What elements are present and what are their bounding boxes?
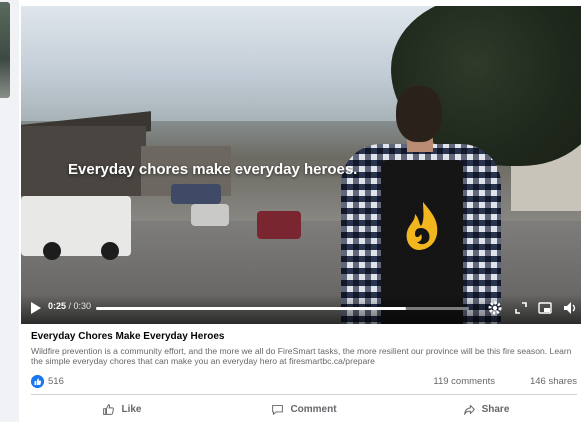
picture-in-picture-icon[interactable] bbox=[537, 300, 553, 316]
post-card: Everyday chores make everyday heroes. 0:… bbox=[19, 0, 581, 422]
time-separator: / bbox=[68, 301, 74, 311]
play-icon[interactable] bbox=[31, 302, 41, 314]
comments-count[interactable]: 119 comments bbox=[433, 376, 495, 387]
video-time: 0:25 / 0:30 bbox=[48, 301, 91, 311]
share-button[interactable]: Share bbox=[395, 399, 577, 419]
truck bbox=[21, 196, 131, 260]
thumbs-up-icon bbox=[103, 403, 115, 415]
left-column bbox=[0, 0, 14, 422]
gear-icon[interactable] bbox=[487, 300, 503, 316]
comment-icon bbox=[272, 404, 284, 415]
video-player[interactable]: Everyday chores make everyday heroes. 0:… bbox=[21, 6, 581, 324]
like-reaction-icon[interactable] bbox=[31, 375, 44, 388]
share-label: Share bbox=[481, 403, 510, 415]
reaction-stats: 516 119 comments 146 shares bbox=[31, 375, 577, 389]
left-thumbnail[interactable] bbox=[0, 2, 10, 98]
like-count[interactable]: 516 bbox=[48, 376, 64, 387]
post-title[interactable]: Everyday Chores Make Everyday Heroes bbox=[31, 331, 224, 342]
progress-bar[interactable] bbox=[96, 307, 469, 310]
post-actions: Like Comment Share bbox=[31, 399, 577, 419]
current-time: 0:25 bbox=[48, 301, 67, 311]
comment-label: Comment bbox=[290, 403, 337, 415]
person-head bbox=[396, 86, 442, 142]
car bbox=[191, 204, 229, 226]
duration: 0:30 bbox=[73, 301, 92, 311]
comment-button[interactable]: Comment bbox=[213, 399, 395, 419]
like-button[interactable]: Like bbox=[31, 399, 213, 419]
firesmart-logo-icon bbox=[406, 202, 438, 250]
video-controls: 0:25 / 0:30 bbox=[21, 294, 581, 324]
wheel bbox=[43, 242, 61, 260]
volume-icon[interactable] bbox=[562, 300, 578, 316]
divider bbox=[31, 394, 577, 395]
wheel bbox=[101, 242, 119, 260]
person-with-apron bbox=[341, 86, 501, 324]
post-description: Wildfire prevention is a community effor… bbox=[31, 346, 572, 366]
fullscreen-icon[interactable] bbox=[513, 300, 529, 316]
like-label: Like bbox=[121, 403, 142, 415]
progress-fill bbox=[96, 307, 406, 310]
shares-count[interactable]: 146 shares bbox=[530, 376, 577, 387]
car bbox=[171, 184, 221, 204]
share-icon bbox=[463, 404, 475, 415]
car bbox=[257, 211, 301, 239]
video-caption: Everyday chores make everyday heroes. bbox=[68, 161, 358, 178]
